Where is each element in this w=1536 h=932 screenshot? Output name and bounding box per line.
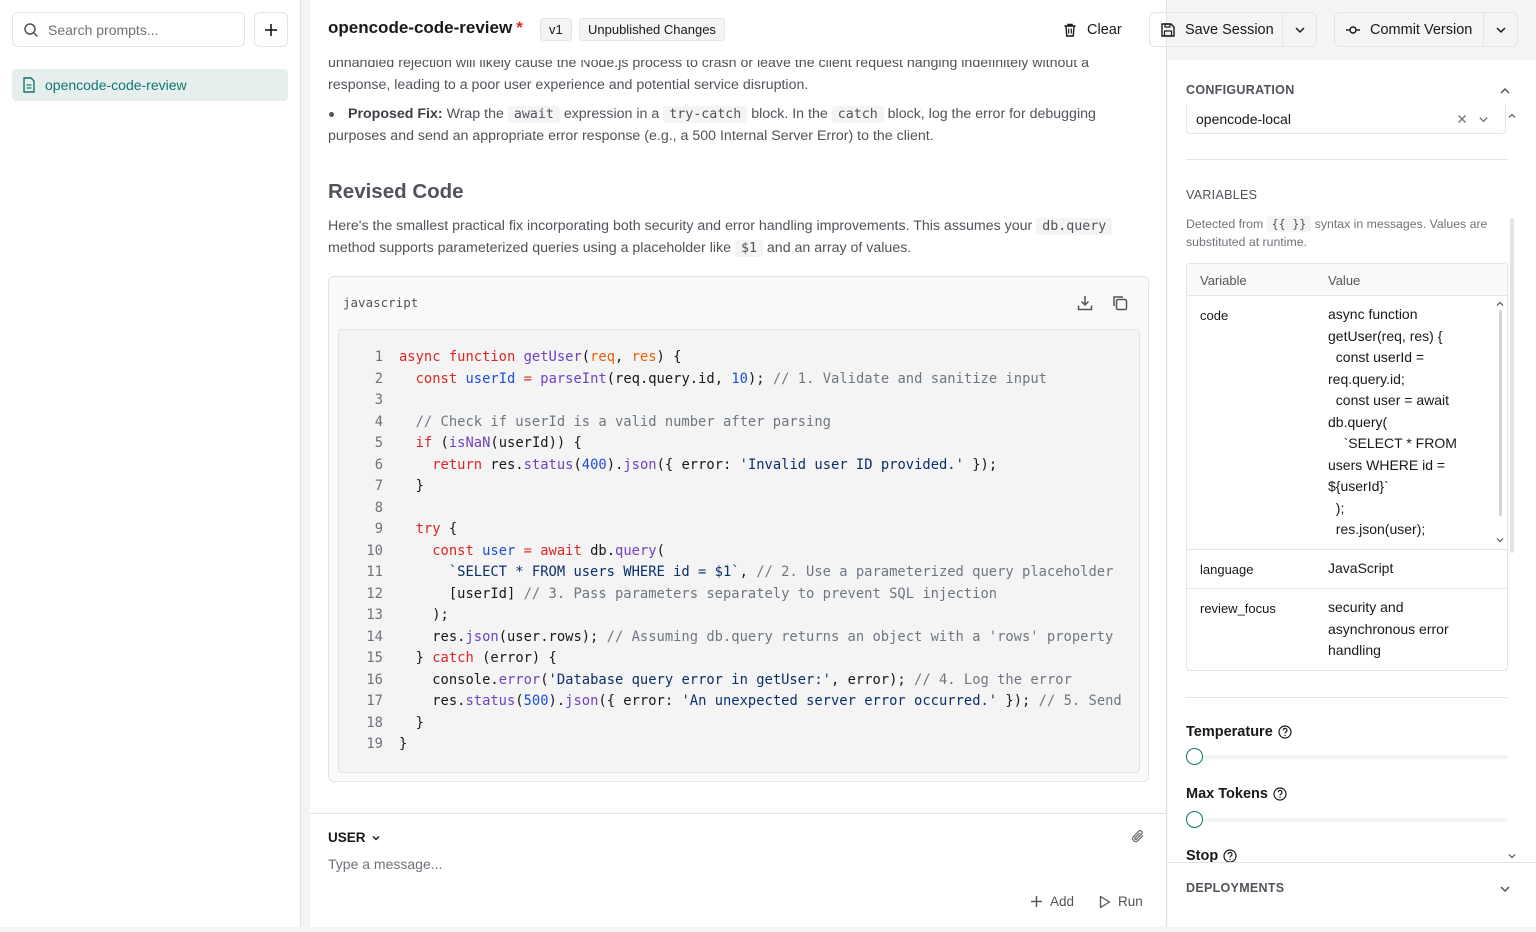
stop-label: Stop [1186, 848, 1237, 862]
code-content[interactable]: 1 async function getUser(req, res) { 2 co… [338, 329, 1140, 773]
variables-title: VARIABLES [1186, 188, 1258, 202]
table-row: language JavaScript [1187, 550, 1507, 589]
version-badge: v1 [540, 18, 572, 41]
response-paragraph: unhandled rejection will likely cause th… [328, 60, 1090, 93]
variable-value-code[interactable]: async function getUser(req, res) { const… [1328, 304, 1488, 540]
search-input[interactable] [48, 21, 228, 38]
help-icon[interactable] [1273, 787, 1287, 801]
config-select[interactable]: opencode-local [1186, 105, 1506, 134]
commit-version-button[interactable]: Commit Version [1335, 13, 1483, 46]
download-icon[interactable] [1076, 294, 1094, 312]
unsaved-marker: * [516, 18, 523, 37]
chevron-up-icon[interactable] [1499, 85, 1511, 97]
stop-clip: Stop [1168, 848, 1536, 862]
search-box[interactable] [12, 12, 245, 47]
divider [1186, 159, 1508, 160]
main-pane: opencode-code-review * v1 Unpublished Cha… [310, 0, 1518, 927]
variable-value-review-focus[interactable]: security and asynchronous error handling [1328, 597, 1488, 662]
variables-hint: Detected from {{ }} syntax in messages. … [1186, 216, 1488, 249]
configuration-title: CONFIGURATION [1186, 83, 1295, 97]
temperature-label: Temperature [1186, 724, 1292, 740]
section-heading: Revised Code [328, 180, 464, 203]
fix-bullet: Proposed Fix: Wrap the await expression … [328, 106, 1096, 144]
table-row: review_focus security and asynchronous e… [1187, 589, 1507, 671]
page-title: opencode-code-review * [328, 18, 523, 37]
settings-panel: CONFIGURATION opencode-local VARIABLES D… [1168, 60, 1536, 927]
chevron-down-icon[interactable] [1508, 852, 1516, 860]
copy-icon[interactable] [1111, 294, 1129, 312]
commit-version-split: Commit Version [1334, 12, 1518, 47]
plus-icon [1031, 896, 1042, 907]
deployments-title: DEPLOYMENTS [1186, 881, 1285, 895]
chevron-up-icon[interactable] [1508, 112, 1516, 120]
chevron-down-icon [1496, 26, 1506, 33]
code-block: javascript 1 async function getUser(req, … [328, 276, 1149, 782]
save-icon [1161, 22, 1175, 37]
table-row: code async function getUser(req, res) { … [1187, 296, 1507, 550]
bullet-dot [329, 112, 334, 117]
search-icon [24, 22, 39, 37]
chevron-down-icon [1295, 26, 1305, 33]
play-icon [1099, 895, 1111, 908]
commit-version-label: Commit Version [1370, 21, 1473, 38]
role-selector[interactable]: USER [328, 830, 381, 845]
header: opencode-code-review * v1 Unpublished Cha… [310, 0, 1536, 60]
chevron-down-icon [1479, 117, 1488, 123]
close-icon[interactable] [1457, 114, 1467, 124]
save-options-button[interactable] [1283, 13, 1316, 46]
add-message-button[interactable]: Add [1030, 894, 1074, 909]
scrollbar[interactable] [1499, 310, 1502, 516]
help-icon[interactable] [1223, 849, 1237, 862]
run-button[interactable]: Run [1098, 894, 1143, 909]
commit-icon [1346, 25, 1360, 34]
paperclip-icon[interactable] [1130, 828, 1146, 844]
file-icon [23, 77, 35, 93]
prompt-list-item[interactable]: opencode-code-review [12, 69, 288, 101]
trash-icon [1064, 23, 1076, 37]
slider-thumb[interactable] [1186, 811, 1203, 828]
chevron-down-icon[interactable] [1496, 536, 1504, 544]
sidebar: opencode-code-review [0, 0, 301, 927]
message-composer: USER Add Run [310, 813, 1167, 927]
variable-value-language[interactable]: JavaScript [1328, 558, 1488, 580]
divider [1168, 862, 1536, 863]
plus-icon [265, 23, 277, 36]
message-input[interactable] [328, 856, 1108, 872]
save-session-split: Save Session [1149, 12, 1317, 47]
commit-options-button[interactable] [1484, 13, 1517, 46]
table-header: Variable Value [1187, 264, 1507, 296]
description-paragraph: Here's the smallest practical fix incorp… [328, 216, 1113, 259]
prompt-list-item-label: opencode-code-review [45, 77, 187, 93]
code-language-label: javascript [343, 295, 419, 310]
max-tokens-slider[interactable] [1186, 811, 1508, 828]
conversation-scroll[interactable]: unhandled rejection will likely cause th… [310, 60, 1167, 812]
panel-scrollbar[interactable] [1510, 218, 1514, 553]
save-session-label: Save Session [1185, 21, 1274, 38]
max-tokens-label: Max Tokens [1186, 786, 1287, 802]
clear-button[interactable]: Clear [1062, 12, 1122, 47]
status-badge: Unpublished Changes [579, 18, 725, 41]
chevron-up-icon[interactable] [1496, 300, 1504, 308]
chevron-down-icon [372, 835, 380, 840]
chevron-down-icon[interactable] [1499, 883, 1511, 895]
temperature-slider[interactable] [1186, 748, 1508, 765]
help-icon[interactable] [1278, 725, 1292, 739]
new-prompt-button[interactable] [254, 12, 288, 47]
clear-label: Clear [1087, 21, 1122, 38]
save-session-button[interactable]: Save Session [1150, 13, 1282, 46]
slider-thumb[interactable] [1186, 748, 1203, 765]
divider [1186, 697, 1508, 698]
variables-table: Variable Value code async function getUs… [1186, 263, 1508, 671]
